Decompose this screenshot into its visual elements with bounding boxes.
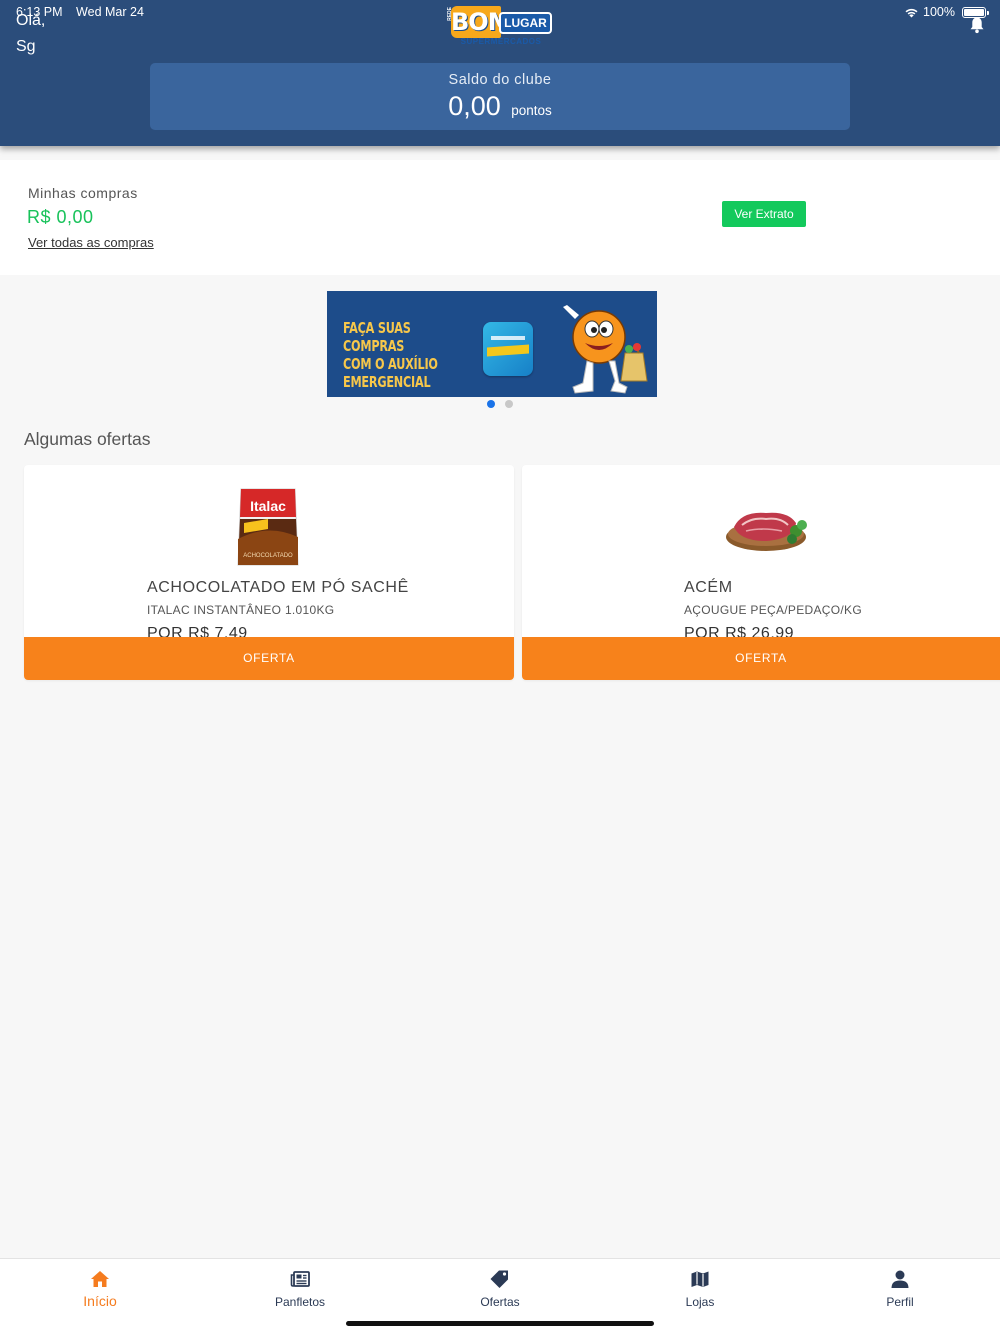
nav-item-inicio[interactable]: Início [0,1259,200,1319]
banner-text: FAÇA SUAS COMPRAS COM O AUXÍLIO EMERGENC… [343,319,448,391]
svg-text:ACHOCOLATADO: ACHOCOLATADO [243,553,293,559]
offer-info: ACÉM AÇOUGUE PEÇA/PEDAÇO/KG POR R$ 26,99 [684,579,1000,637]
carousel-dot-active[interactable] [487,400,495,408]
offer-button[interactable]: OFERTA [24,637,514,680]
wifi-icon [905,8,918,17]
auxilio-card-icon [483,322,533,376]
chocolate-powder-bag-image: Italac ACHOCOLATADO [237,488,299,566]
offer-price: POR R$ 7,49 [147,625,248,637]
bell-icon[interactable] [968,16,986,34]
nav-label: Panfletos [274,1295,326,1309]
balance-unit: pontos [511,103,552,118]
offer-price-wrap: POR R$ 7,49 [147,625,487,637]
offer-card[interactable]: ACÉM AÇOUGUE PEÇA/PEDAÇO/KG POR R$ 26,99… [522,465,1000,680]
logo-bom: BOM [451,6,512,38]
banner-line: COM O AUXÍLIO [343,355,438,373]
nav-item-panfletos[interactable]: Panfletos [200,1259,400,1319]
battery-percent: 100% [923,5,955,19]
nav-item-perfil[interactable]: Perfil [800,1259,1000,1319]
user-name: Sg [16,38,36,55]
club-balance-card[interactable]: Saldo do clube 0,00 pontos [150,63,850,130]
offer-description: ITALAC INSTANTÂNEO 1.010KG [147,603,335,617]
status-time: 6:13 PM [16,5,63,19]
purchases-title: Minhas compras [28,185,138,201]
offer-price-wrap: POR R$ 26,99 [684,625,1000,637]
nav-label: Lojas [685,1295,715,1309]
svg-text:Italac: Italac [250,498,286,514]
newspaper-icon [290,1271,310,1287]
raw-beef-plate-image [726,512,807,551]
balance-title: Saldo do clube [448,72,552,88]
tag-icon [490,1270,508,1288]
app-header: Olá, Sg 6:13 PM Wed Mar 24 100% REDE BOM… [0,0,1000,146]
balance-value-row: 0,00 pontos [150,91,850,122]
purchases-total: R$ 0,00 [27,207,94,227]
status-date: Wed Mar 24 [76,5,144,19]
carousel-dot[interactable] [505,400,513,408]
nav-label: Ofertas [480,1295,520,1309]
offer-name: ACHOCOLATADO EM PÓ SACHÊ [147,579,409,596]
nav-label: Perfil [886,1295,914,1309]
brand-logo: REDE BOM LUGAR SUPERMERCADOS [447,6,553,48]
nav-item-lojas[interactable]: Lojas [600,1259,800,1319]
my-purchases-section: Minhas compras R$ 0,00 Ver todas as comp… [0,160,1000,275]
banner-line: EMERGENCIAL [343,373,431,391]
offer-info: ACHOCOLATADO EM PÓ SACHÊ ITALAC INSTANTÂ… [147,579,487,637]
home-indicator[interactable] [346,1321,654,1326]
user-icon [891,1270,909,1288]
carousel-dots [487,400,513,408]
promo-banner[interactable]: FAÇA SUAS COMPRAS COM O AUXÍLIO EMERGENC… [327,291,657,397]
view-statement-button[interactable]: Ver Extrato [722,201,806,227]
offer-price: POR R$ 26,99 [684,625,795,637]
see-all-purchases-link[interactable]: Ver todas as compras [28,235,154,250]
nav-label: Início [83,1293,117,1309]
status-bar-left: 6:13 PM Wed Mar 24 [16,5,154,19]
logo-lugar: LUGAR [499,12,552,34]
balance-value: 0,00 [448,91,501,121]
mascot-icon [563,305,648,394]
offer-button[interactable]: OFERTA [522,637,1000,680]
nav-item-ofertas[interactable]: Ofertas [400,1259,600,1319]
offers-title: Algumas ofertas [24,429,151,449]
map-icon [691,1271,709,1287]
home-icon [91,1271,109,1287]
banner-line: FAÇA SUAS COMPRAS [343,319,411,355]
offer-description: AÇOUGUE PEÇA/PEDAÇO/KG [684,603,862,617]
logo-subtitle: SUPERMERCADOS [460,37,542,46]
offer-card[interactable]: Italac ACHOCOLATADO ACHOCOLATADO EM PÓ S… [24,465,514,680]
offer-name: ACÉM [684,579,733,596]
